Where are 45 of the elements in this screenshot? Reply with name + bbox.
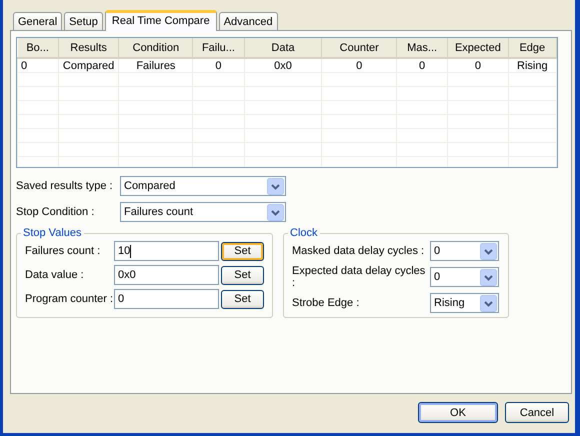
column-header[interactable]: Data [244, 38, 322, 58]
input-field[interactable]: 10 [114, 241, 219, 261]
tab[interactable]: Setup [64, 12, 103, 30]
column-header[interactable]: Results [58, 38, 119, 58]
column-header[interactable]: Counter [322, 38, 396, 58]
set-button[interactable]: Set [221, 242, 264, 260]
column-header[interactable]: Bo... [18, 38, 58, 58]
table-cell: Failures [118, 58, 193, 72]
cancel-button[interactable]: Cancel [505, 402, 569, 423]
field-label: Failures count : [25, 245, 102, 257]
input-field[interactable]: 0 [114, 289, 219, 309]
field-label: Masked data delay cycles : [292, 245, 426, 257]
field-label: Expected data delay cycles : [292, 265, 426, 289]
table-cell: 0 [192, 58, 244, 72]
column-header[interactable]: Failu... [192, 38, 244, 58]
set-button[interactable]: Set [221, 290, 264, 308]
column-header[interactable]: Expected [448, 38, 508, 58]
set-button[interactable]: Set [221, 266, 264, 284]
field-label: Program counter : [25, 293, 114, 305]
input-field[interactable]: 0x0 [114, 265, 219, 285]
table-cell: Rising [508, 58, 556, 72]
group-title: Clock [289, 227, 319, 239]
field-label: Saved results type : [16, 180, 114, 192]
column-header[interactable]: Edge [508, 38, 556, 58]
table-cell: 0 [448, 58, 508, 72]
tab[interactable]: Advanced [218, 12, 278, 30]
column-header[interactable]: Condition [118, 38, 193, 58]
tab[interactable]: Real Time Compare [104, 10, 217, 31]
table-cell: 0 [396, 58, 448, 72]
table-cell: Compared [58, 58, 119, 72]
field-label: Data value : [25, 269, 85, 281]
dropdown[interactable]: 0 [430, 241, 499, 261]
field-label: Strobe Edge : [292, 297, 360, 309]
ok-button[interactable]: OK [418, 402, 498, 423]
group-title: Stop Values [22, 227, 83, 239]
table-cell: 0x0 [244, 58, 322, 72]
dropdown[interactable]: 0 [430, 267, 499, 287]
dropdown[interactable]: Failures count [120, 202, 286, 222]
table-cell: 0 [322, 58, 396, 72]
field-label: Stop Condition : [16, 206, 96, 218]
dropdown[interactable]: Rising [430, 293, 499, 313]
tab[interactable]: General [13, 12, 62, 30]
table-cell: 0 [18, 58, 58, 72]
dropdown[interactable]: Compared [120, 176, 286, 196]
column-header[interactable]: Mas... [396, 38, 448, 58]
